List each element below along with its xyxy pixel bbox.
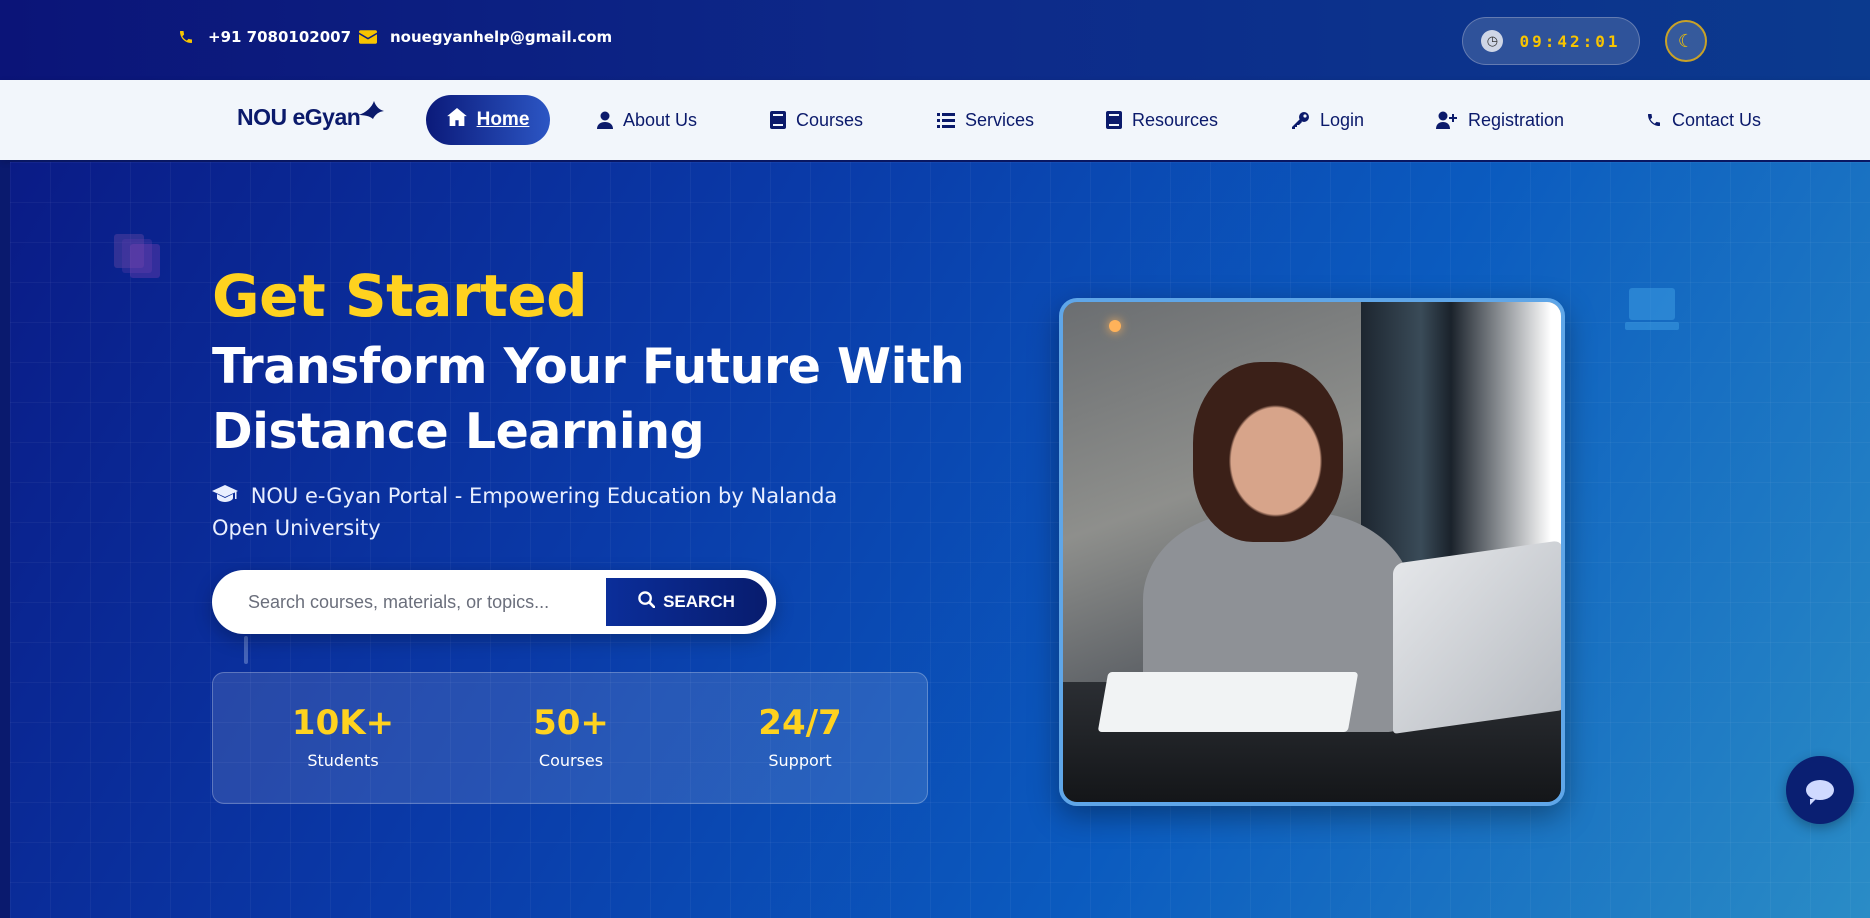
- stats-panel: 10K+ Students 50+ Courses 24/7 Support: [212, 672, 928, 804]
- site-logo[interactable]: NOU eGyan: [237, 101, 385, 131]
- envelope-icon: [358, 30, 378, 44]
- phone-icon: [176, 29, 196, 45]
- phone-contact[interactable]: +91 7080102007: [176, 28, 351, 46]
- user-plus-icon: [1436, 111, 1458, 129]
- floating-pen-decoration: [244, 636, 248, 664]
- user-icon: [597, 111, 613, 129]
- search-button-label: SEARCH: [663, 592, 735, 611]
- nav-services[interactable]: Services: [937, 80, 1034, 160]
- stat-students: 10K+ Students: [253, 703, 433, 770]
- hero-section: Get Started Transform Your Future With D…: [10, 162, 1870, 918]
- nav-services-label: Services: [965, 109, 1035, 130]
- stat-value: 24/7: [758, 703, 842, 743]
- search-bar: SEARCH: [212, 570, 776, 634]
- stat-label: Students: [307, 751, 379, 770]
- nav-resources[interactable]: Resources: [1106, 80, 1218, 160]
- search-input[interactable]: [222, 578, 602, 626]
- stat-support: 24/7 Support: [710, 703, 890, 770]
- book-icon: [1106, 111, 1122, 129]
- hero-tagline: NOU e-Gyan Portal - Empowering Education…: [212, 480, 892, 544]
- chat-button[interactable]: [1786, 756, 1854, 824]
- stat-value: 10K+: [291, 703, 395, 743]
- nav-about-us-label: About Us: [623, 109, 698, 130]
- stat-value: 50+: [533, 703, 609, 743]
- chat-bubble-icon: [1806, 780, 1834, 805]
- clock-time: 09:42:01: [1519, 31, 1621, 51]
- nav-courses-label: Courses: [796, 109, 864, 130]
- floating-laptop-decoration: [1625, 288, 1679, 334]
- clock-widget: ◷ 09:42:01: [1462, 17, 1640, 65]
- nav-home[interactable]: Home: [426, 95, 550, 145]
- bird-icon: [358, 101, 385, 124]
- stat-courses: 50+ Courses: [481, 703, 661, 770]
- hero-kicker: Get Started: [212, 262, 588, 330]
- phone-number: +91 7080102007: [208, 28, 352, 46]
- home-icon: [446, 108, 467, 132]
- nav-registration-label: Registration: [1468, 109, 1565, 130]
- logo-text: NOU eGyan: [237, 104, 361, 130]
- clock-icon: ◷: [1481, 30, 1504, 52]
- hero-student-photo: [1059, 298, 1565, 806]
- nav-contact-us-label: Contact Us: [1672, 109, 1762, 130]
- nav-login[interactable]: Login: [1292, 80, 1364, 160]
- search-icon: [638, 591, 656, 613]
- main-navbar: NOU eGyan Home About Us Courses Services…: [0, 80, 1870, 160]
- nav-contact-us[interactable]: Contact Us: [1646, 80, 1761, 160]
- floating-books-decoration: [114, 234, 164, 280]
- stat-label: Support: [768, 751, 832, 770]
- theme-toggle-button[interactable]: ☾: [1665, 20, 1707, 62]
- email-address: nouegyanhelp@gmail.com: [390, 28, 613, 46]
- nav-home-label: Home: [476, 109, 530, 130]
- list-icon: [937, 112, 955, 128]
- hero-headline: Transform Your Future With Distance Lear…: [212, 338, 965, 460]
- phone-icon: [1646, 112, 1662, 128]
- nav-login-label: Login: [1320, 109, 1365, 130]
- moon-icon: ☾: [1677, 30, 1695, 52]
- book-icon: [770, 111, 786, 129]
- nav-about-us[interactable]: About Us: [597, 80, 697, 160]
- nav-resources-label: Resources: [1132, 109, 1219, 130]
- nav-registration[interactable]: Registration: [1436, 80, 1564, 160]
- graduation-cap-icon: [212, 484, 245, 508]
- email-contact[interactable]: nouegyanhelp@gmail.com: [358, 28, 612, 46]
- top-bar: +91 7080102007 nouegyanhelp@gmail.com ◷ …: [0, 0, 1870, 80]
- hero-tagline-text: NOU e-Gyan Portal - Empowering Education…: [212, 484, 838, 540]
- key-icon: [1292, 111, 1310, 129]
- nav-courses[interactable]: Courses: [770, 80, 863, 160]
- search-button[interactable]: SEARCH: [606, 578, 767, 626]
- stat-label: Courses: [538, 751, 604, 770]
